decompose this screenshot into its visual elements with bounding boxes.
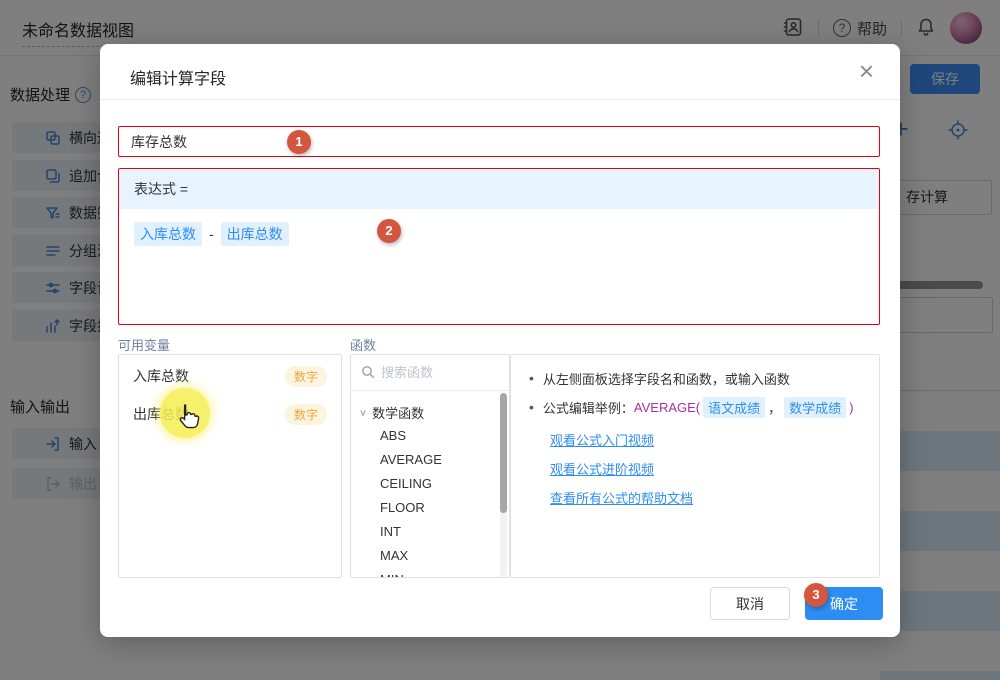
dialog-title: 编辑计算字段 — [130, 65, 226, 89]
close-icon[interactable]: × — [859, 58, 874, 84]
type-badge: 数字 — [285, 404, 327, 425]
expression-tokens: 入库总数 - 出库总数 — [119, 209, 879, 259]
function-search[interactable] — [351, 355, 509, 391]
help-bullet-1: • 从左侧面板选择字段名和函数，或输入函数 — [529, 367, 861, 389]
function-group-math[interactable]: ∨ 数学函数 — [359, 400, 509, 424]
expression-editor[interactable]: 表达式 = 入库总数 - 出库总数 — [118, 168, 880, 325]
link-help-docs[interactable]: 查看所有公式的帮助文档 — [550, 488, 693, 507]
function-item[interactable]: ABS — [359, 424, 509, 448]
variable-name: 入库总数 — [133, 366, 189, 386]
function-tree: ∨ 数学函数 ABS AVERAGE CEILING FLOOR INT MAX… — [351, 391, 509, 578]
variables-label: 可用变量 — [118, 335, 170, 354]
scrollbar-track[interactable] — [500, 393, 507, 577]
hand-cursor-icon — [172, 402, 202, 432]
expression-label: 表达式 = — [119, 169, 879, 209]
bullet-dot: • — [529, 399, 534, 415]
function-item[interactable]: CEILING — [359, 472, 509, 496]
function-item[interactable]: MIN — [359, 568, 509, 578]
example-field-chip: 语文成绩 — [703, 397, 765, 418]
field-token[interactable]: 出库总数 — [221, 222, 289, 246]
function-item[interactable]: INT — [359, 520, 509, 544]
variable-row[interactable]: 出库总数 数字 — [119, 395, 341, 433]
help-bullet-2: • 公式编辑举例：AVERAGE(语文成绩，数学成绩) — [529, 396, 861, 418]
help-panel: • 从左侧面板选择字段名和函数，或输入函数 • 公式编辑举例：AVERAGE(语… — [510, 354, 880, 578]
step-badge-1: 1 — [287, 130, 311, 154]
field-name-input[interactable] — [118, 126, 880, 157]
variables-panel: 入库总数 数字 出库总数 数字 — [118, 354, 342, 578]
functions-label: 函数 — [350, 335, 376, 354]
divider — [100, 99, 900, 100]
functions-panel: ∨ 数学函数 ABS AVERAGE CEILING FLOOR INT MAX… — [350, 354, 510, 578]
bullet-dot: • — [529, 370, 534, 386]
scrollbar-thumb[interactable] — [500, 393, 507, 513]
link-intro-video[interactable]: 观看公式入门视频 — [550, 430, 654, 449]
example-field-chip: 数学成绩 — [784, 397, 846, 418]
search-icon — [361, 365, 375, 379]
field-token[interactable]: 入库总数 — [134, 222, 202, 246]
link-advanced-video[interactable]: 观看公式进阶视频 — [550, 459, 654, 478]
cancel-button[interactable]: 取消 — [710, 587, 790, 620]
function-item[interactable]: AVERAGE — [359, 448, 509, 472]
operator-token: - — [209, 226, 214, 242]
function-item[interactable]: FLOOR — [359, 496, 509, 520]
variable-row[interactable]: 入库总数 数字 — [119, 357, 341, 395]
type-badge: 数字 — [285, 366, 327, 387]
function-search-input[interactable] — [381, 355, 491, 389]
function-item[interactable]: MAX — [359, 544, 509, 568]
chevron-down-icon: ∨ — [359, 407, 367, 417]
edit-calc-field-dialog: 编辑计算字段 × 1 表达式 = 入库总数 - 出库总数 2 可用变量 函数 入… — [100, 44, 900, 637]
step-badge-3: 3 — [804, 583, 828, 607]
step-badge-2: 2 — [377, 219, 401, 243]
